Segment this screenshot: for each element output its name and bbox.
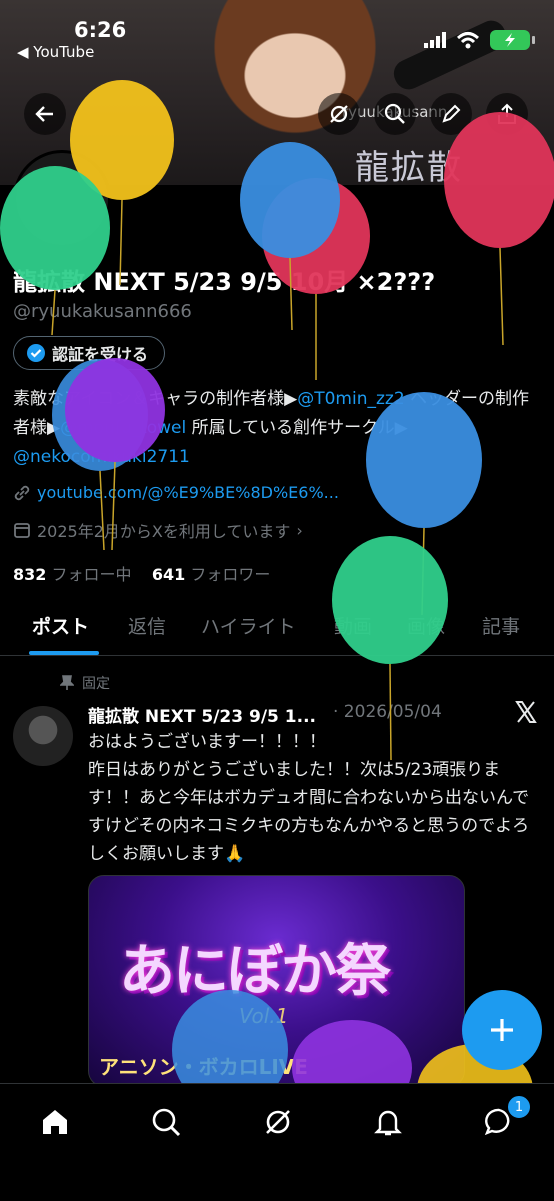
search-icon	[152, 1108, 181, 1137]
grok-icon	[266, 1110, 290, 1134]
balloon-blue-center	[240, 142, 340, 331]
home-icon	[43, 1110, 67, 1134]
compose-post-button[interactable]	[462, 990, 542, 1070]
messages-badge: 1	[506, 1094, 532, 1120]
nav-search[interactable]	[146, 1102, 186, 1142]
nav-grok[interactable]	[258, 1102, 298, 1142]
bottom-navigation	[0, 1083, 554, 1201]
nav-notifications[interactable]	[368, 1102, 408, 1142]
balloon-green-left	[0, 166, 110, 336]
plus-icon	[491, 1019, 513, 1041]
nav-home[interactable]	[35, 1102, 75, 1142]
bell-icon	[374, 1110, 402, 1136]
balloon-green-right	[332, 536, 448, 761]
balloon-red-right	[444, 112, 554, 346]
